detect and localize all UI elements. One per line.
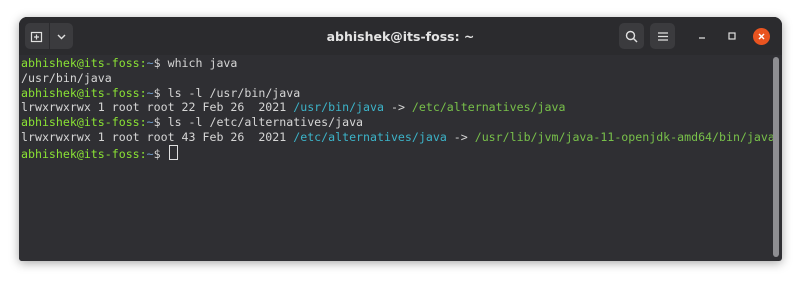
symlink-arrow: -> [383, 100, 412, 115]
terminal-line: lrwxrwxrwx 1 root root 22 Feb 26 2021 /u… [21, 100, 771, 115]
new-tab-button[interactable] [25, 23, 49, 49]
terminal-line: abhishek@its-foss:~$ [21, 144, 771, 161]
file-permissions: lrwxrwxrwx 1 root root 43 Feb 26 2021 [21, 129, 294, 144]
minimize-icon [699, 37, 705, 39]
search-icon [625, 30, 638, 43]
tab-menu-button[interactable] [48, 23, 74, 49]
close-button[interactable] [753, 28, 770, 45]
title-bar[interactable]: abhishek@its-foss: ~ [19, 17, 782, 55]
command-text: ls -l /usr/bin/java [167, 85, 301, 100]
terminal-line: abhishek@its-foss:~$ ls -l /usr/bin/java [21, 86, 771, 101]
prompt-path: ~ [146, 115, 154, 130]
prompt-symbol: $ [153, 146, 168, 161]
minimize-button[interactable] [692, 26, 712, 46]
prompt-symbol: $ [153, 85, 168, 100]
symlink-arrow: -> [446, 129, 475, 144]
maximize-button[interactable] [722, 26, 742, 46]
prompt-user: abhishek@its-foss: [21, 56, 147, 70]
prompt-path: ~ [146, 146, 154, 161]
terminal-line: lrwxrwxrwx 1 root root 43 Feb 26 2021 /e… [21, 129, 775, 145]
symlink-path: /usr/bin/java [293, 100, 384, 115]
scrollbar[interactable] [773, 57, 779, 257]
search-button[interactable] [619, 23, 644, 49]
chevron-down-icon [57, 34, 66, 39]
prompt-user: abhishek@its-foss: [21, 115, 147, 130]
symlink-path: /etc/alternatives/java [293, 129, 447, 144]
menu-button[interactable] [650, 23, 675, 49]
hamburger-menu-icon [657, 31, 668, 41]
prompt-path: ~ [146, 56, 154, 70]
terminal-window: abhishek@its-foss: ~ abhishek@its-foss:~… [19, 17, 782, 261]
command-text: ls -l /etc/alternatives/java [167, 115, 364, 130]
output-text: /usr/bin/java [21, 70, 112, 85]
prompt-symbol: $ [153, 115, 168, 130]
text-cursor [168, 144, 178, 160]
new-tab-button-group [25, 23, 73, 49]
prompt-user: abhishek@its-foss: [21, 85, 147, 100]
symlink-target: /etc/alternatives/java [411, 100, 566, 115]
prompt-user: abhishek@its-foss: [21, 146, 147, 161]
maximize-icon [728, 32, 736, 40]
terminal-line: abhishek@its-foss:~$ which java [21, 56, 771, 71]
new-tab-icon [31, 31, 43, 42]
terminal-line: /usr/bin/java [21, 71, 771, 86]
terminal-line: abhishek@its-foss:~$ ls -l /etc/alternat… [21, 115, 771, 130]
close-icon [758, 33, 765, 40]
command-text: which java [167, 56, 238, 70]
symlink-target: /usr/lib/jvm/java-11-openjdk-amd64/bin/j… [474, 129, 775, 144]
prompt-path: ~ [146, 85, 154, 100]
file-permissions: lrwxrwxrwx 1 root root 22 Feb 26 2021 [21, 100, 294, 115]
terminal-output[interactable]: abhishek@its-foss:~$ which java /usr/bin… [19, 55, 775, 261]
prompt-symbol: $ [153, 56, 168, 70]
